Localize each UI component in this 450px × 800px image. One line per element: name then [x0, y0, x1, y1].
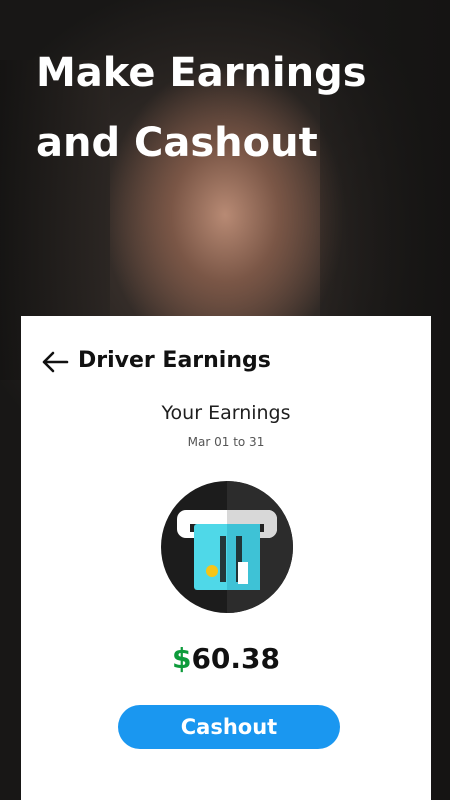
top-bar: Driver Earnings — [21, 344, 431, 384]
headline-line-2: and Cashout — [36, 120, 318, 166]
earnings-amount: $60.38 — [21, 642, 431, 675]
headline-line-1: Make Earnings — [36, 50, 367, 96]
date-range: Mar 01 to 31 — [187, 435, 265, 449]
earnings-label: Your Earnings — [161, 402, 291, 424]
earnings-screen: Driver Earnings Your Earnings Mar 01 to … — [21, 316, 431, 800]
promo-headline: Make Earnings and Cashout — [36, 38, 436, 178]
screen-title: Driver Earnings — [78, 348, 271, 373]
arrow-left-icon — [42, 351, 69, 373]
back-button[interactable] — [37, 346, 73, 378]
currency-symbol: $ — [171, 642, 192, 675]
amount-value: 60.38 — [191, 642, 281, 675]
card-reader-icon — [161, 481, 293, 613]
cashout-button[interactable]: Cashout — [118, 705, 340, 749]
